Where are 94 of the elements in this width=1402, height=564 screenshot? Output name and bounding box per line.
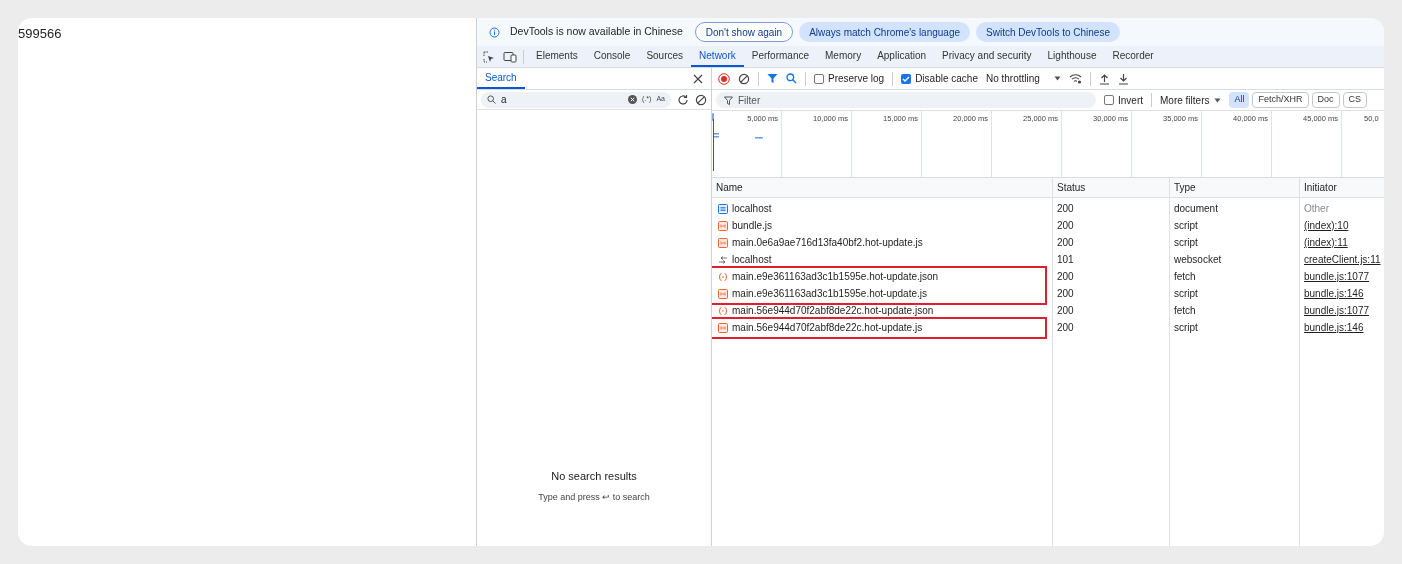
page-text: 599566 xyxy=(18,25,62,43)
status-cell: 200 xyxy=(1057,288,1074,299)
more-filters-dropdown[interactable]: More filters xyxy=(1160,92,1222,108)
status-cell: 200 xyxy=(1057,220,1074,231)
type-cell: script xyxy=(1174,322,1198,333)
search-icon[interactable] xyxy=(487,95,496,104)
script-icon xyxy=(718,288,728,299)
column-header[interactable]: Status xyxy=(1053,178,1170,197)
script-icon xyxy=(718,220,728,231)
caret-icon xyxy=(1214,97,1222,103)
banner-button[interactable]: Don't show again xyxy=(694,22,794,42)
script-icon xyxy=(718,237,728,248)
status-cell: 200 xyxy=(1057,322,1074,333)
filter-chip[interactable]: CS xyxy=(1342,92,1368,108)
request-name[interactable]: main.e9e361163ad3c1b1595e.hot-update.js xyxy=(732,286,927,301)
panel-tab[interactable]: Network xyxy=(691,46,744,67)
panel-tab[interactable]: Console xyxy=(585,46,639,67)
panel-tab[interactable]: Lighthouse xyxy=(1039,46,1105,67)
close-icon[interactable] xyxy=(693,73,703,84)
checkbox[interactable] xyxy=(814,73,824,84)
panel-tab[interactable]: Memory xyxy=(817,46,870,67)
initiator-link[interactable]: bundle.js:1077 xyxy=(1304,305,1370,316)
banner-message: DevTools is now available in Chinese xyxy=(510,24,683,40)
clear-icon[interactable] xyxy=(695,93,707,106)
info-icon xyxy=(489,26,500,38)
type-cell: script xyxy=(1174,288,1198,299)
document-icon xyxy=(718,203,728,214)
request-name[interactable]: localhost xyxy=(732,201,772,216)
column-header[interactable]: Name xyxy=(712,178,1053,197)
throttling-dropdown[interactable]: No throttling xyxy=(985,71,1061,86)
filter-chip[interactable]: All xyxy=(1229,92,1250,108)
filter-field[interactable]: Filter xyxy=(716,92,1096,108)
wifi-settings-icon[interactable] xyxy=(1068,73,1082,84)
banner-button[interactable]: Switch DevTools to Chinese xyxy=(976,22,1120,42)
column-header[interactable]: Initiator xyxy=(1300,178,1384,197)
panel-tab[interactable]: Application xyxy=(869,46,935,67)
braces-icon xyxy=(718,305,728,316)
type-cell: script xyxy=(1174,237,1198,248)
status-cell: 200 xyxy=(1057,203,1074,214)
clear-icon[interactable] xyxy=(738,72,750,85)
banner-button[interactable]: Always match Chrome's language xyxy=(799,22,971,42)
arrows-icon xyxy=(718,254,728,265)
device-icon[interactable] xyxy=(503,50,517,63)
search-tab[interactable]: Search xyxy=(477,68,525,89)
upload-icon[interactable] xyxy=(1098,72,1110,85)
filter-chip[interactable]: Doc xyxy=(1311,92,1340,108)
request-name[interactable]: localhost xyxy=(732,252,772,267)
initiator-link[interactable]: (index):10 xyxy=(1304,220,1349,231)
type-cell: script xyxy=(1174,220,1198,231)
initiator-link[interactable]: bundle.js:1077 xyxy=(1304,271,1370,282)
checkbox-label: Preserve log xyxy=(828,72,885,86)
column-header[interactable]: Type xyxy=(1170,178,1300,197)
checkbox[interactable] xyxy=(1104,95,1114,105)
script-icon xyxy=(718,322,728,333)
clear-icon[interactable] xyxy=(628,95,638,104)
request-name[interactable]: main.e9e361163ad3c1b1595e.hot-update.json xyxy=(732,269,939,284)
status-cell: 200 xyxy=(1057,305,1074,316)
search-query: a xyxy=(501,93,508,107)
panel-tab[interactable]: Privacy and security xyxy=(934,46,1040,67)
checkbox-label: Invert xyxy=(1118,93,1143,108)
caret-icon xyxy=(1053,76,1061,81)
request-name[interactable]: main.0e6a9ae716d13fa40bf2.hot-update.js xyxy=(732,235,923,250)
refresh-icon[interactable] xyxy=(677,93,689,106)
checkbox[interactable] xyxy=(901,73,912,84)
request-name[interactable]: main.56e944d70f2abf8de22c.hot-update.js xyxy=(732,320,923,335)
initiator-cell: Other xyxy=(1304,203,1329,214)
status-cell: 200 xyxy=(1057,271,1074,282)
panel-tab[interactable]: Elements xyxy=(528,46,586,67)
search-icon[interactable] xyxy=(786,73,797,84)
initiator-link[interactable]: createClient.js:11 xyxy=(1304,254,1381,265)
type-cell: websocket xyxy=(1174,254,1222,265)
initiator-link[interactable]: bundle.js:146 xyxy=(1304,322,1364,333)
initiator-link[interactable]: (index):11 xyxy=(1304,237,1348,248)
status-cell: 101 xyxy=(1057,254,1074,265)
braces-icon xyxy=(718,271,728,282)
initiator-link[interactable]: bundle.js:146 xyxy=(1304,288,1364,299)
filter-icon[interactable] xyxy=(767,73,778,84)
request-name[interactable]: main.56e944d70f2abf8de22c.hot-update.json xyxy=(732,303,934,318)
checkbox-label: Disable cache xyxy=(915,72,978,86)
type-cell: fetch xyxy=(1174,271,1196,282)
filter-chip[interactable]: Fetch/XHR xyxy=(1252,92,1309,108)
request-name[interactable]: bundle.js xyxy=(732,218,773,233)
panel-tab[interactable]: Sources xyxy=(638,46,692,67)
download-icon[interactable] xyxy=(1117,72,1129,85)
empty-hint: Type and press ↩ to search xyxy=(538,490,650,504)
type-cell: fetch xyxy=(1174,305,1196,316)
status-cell: 200 xyxy=(1057,237,1074,248)
empty-title: No search results xyxy=(551,469,637,484)
inspect-icon[interactable] xyxy=(483,50,495,63)
filter-icon[interactable] xyxy=(724,96,733,105)
panel-tab[interactable]: Performance xyxy=(743,46,817,67)
panel-tab[interactable]: Recorder xyxy=(1104,46,1162,67)
type-cell: document xyxy=(1174,203,1218,214)
record-icon[interactable] xyxy=(718,72,730,85)
